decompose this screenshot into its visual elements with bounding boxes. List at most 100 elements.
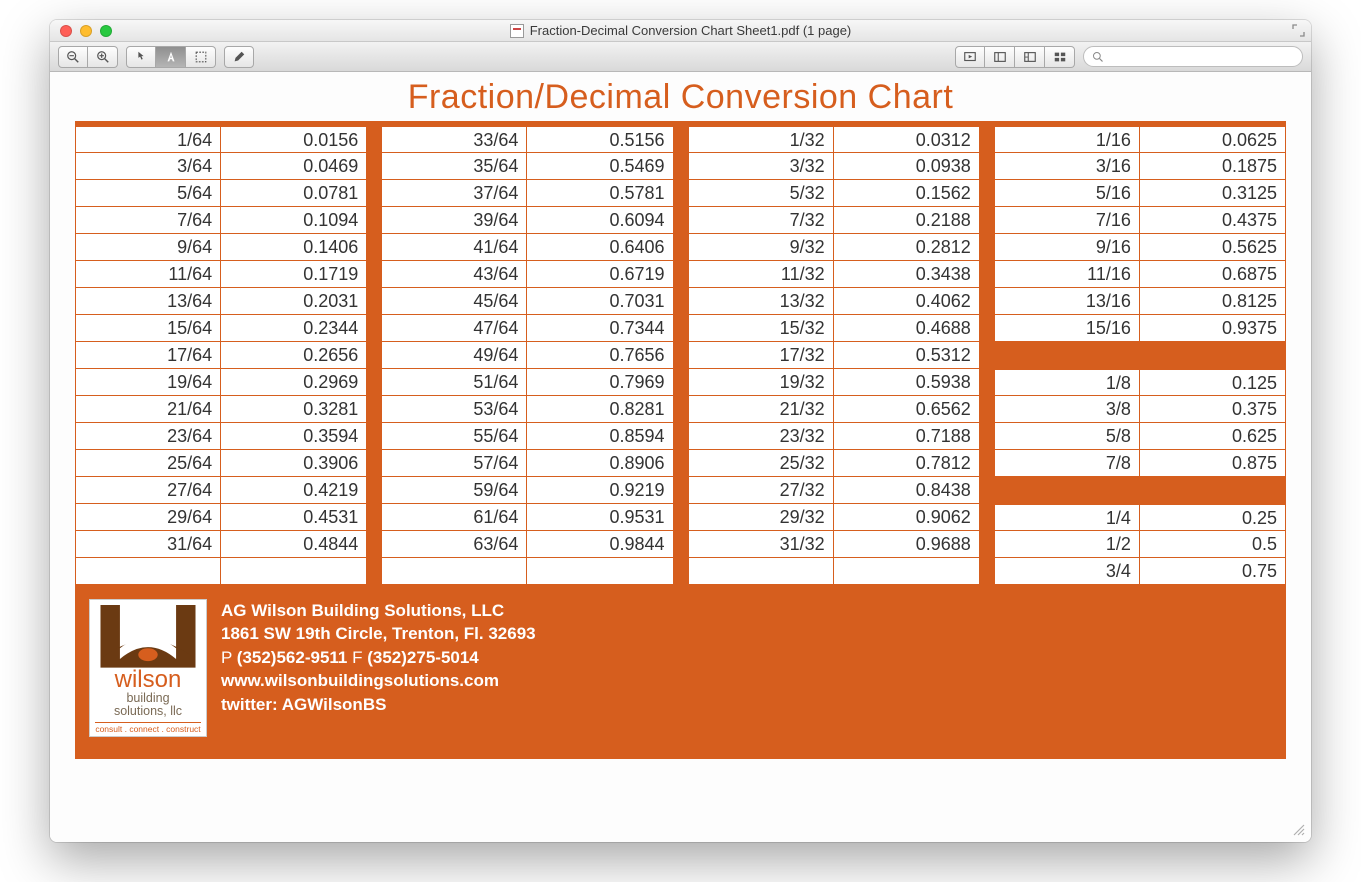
fraction-cell: 41/64 [381,234,527,261]
view-thumbnails-button[interactable] [1015,46,1045,68]
table-row: 13/320.4062 [688,288,980,315]
decimal-cell: 0.625 [1140,423,1286,450]
table-row: 37/640.5781 [381,180,673,207]
window-controls [50,25,112,37]
minimize-button[interactable] [80,25,92,37]
search-icon [1092,51,1104,63]
decimal-cell: 0.3125 [1140,180,1286,207]
phone-label-p: P [221,648,232,667]
document-viewport[interactable]: Fraction/Decimal Conversion Chart 1/640.… [50,72,1311,842]
table-row [381,558,673,585]
fraction-cell: 61/64 [381,504,527,531]
table-row [75,558,367,585]
table-row: 1/20.5 [994,531,1286,558]
table-row: 33/640.5156 [381,126,673,153]
zoom-in-button[interactable] [88,46,118,68]
fraction-cell: 17/64 [75,342,221,369]
fraction-cell: 7/64 [75,207,221,234]
table-row: 21/320.6562 [688,396,980,423]
fraction-cell: 59/64 [381,477,527,504]
table-row: 11/640.1719 [75,261,367,288]
fraction-cell: 33/64 [381,126,527,153]
company-logo: wilson building solutions, llc consult .… [89,599,207,737]
table-row: 29/320.9062 [688,504,980,531]
table-row: 5/640.0781 [75,180,367,207]
resize-handle-icon[interactable] [1291,822,1305,836]
website: www.wilsonbuildingsolutions.com [221,669,536,692]
decimal-cell: 0.6875 [1140,261,1286,288]
decimal-cell: 0.0781 [221,180,367,207]
twitter-handle: twitter: AGWilsonBS [221,693,536,716]
decimal-cell: 0.75 [1140,558,1286,585]
table-row: 19/640.2969 [75,369,367,396]
view-contact-sheet-button[interactable] [1045,46,1075,68]
search-field[interactable] [1083,46,1303,67]
decimal-cell: 0.9531 [527,504,673,531]
fraction-cell: 35/64 [381,153,527,180]
fraction-cell: 5/16 [994,180,1140,207]
view-mode-group [955,46,1075,68]
decimal-cell: 0.0156 [221,126,367,153]
fraction-cell: 3/32 [688,153,834,180]
view-slideshow-button[interactable] [955,46,985,68]
decimal-cell: 0.2344 [221,315,367,342]
decimal-cell: 0.5469 [527,153,673,180]
decimal-cell: 0.5156 [527,126,673,153]
fullscreen-icon[interactable] [1292,24,1305,37]
table-row: 9/320.2812 [688,234,980,261]
fraction-cell: 3/16 [994,153,1140,180]
table-row: 3/320.0938 [688,153,980,180]
area-select-tool-button[interactable] [186,46,216,68]
decimal-cell: 0.9219 [527,477,673,504]
zoom-button[interactable] [100,25,112,37]
fraction-cell: 11/16 [994,261,1140,288]
pdf-icon [510,24,524,38]
decimal-cell: 0.7812 [834,450,980,477]
search-input[interactable] [1110,50,1294,64]
decimal-cell: 0.4062 [834,288,980,315]
tool-mode-group [126,46,216,68]
table-row: 35/640.5469 [381,153,673,180]
fraction-cell: 13/32 [688,288,834,315]
decimal-cell: 0.7344 [527,315,673,342]
table-row: 41/640.6406 [381,234,673,261]
col-32: 1/320.03123/320.09385/320.15627/320.2188… [688,126,980,585]
fraction-cell: 19/32 [688,369,834,396]
decimal-cell: 0.2656 [221,342,367,369]
decimal-cell: 0.6406 [527,234,673,261]
decimal-cell: 0.8906 [527,450,673,477]
table-row: 19/320.5938 [688,369,980,396]
decimal-cell: 0.8438 [834,477,980,504]
fraction-cell: 9/64 [75,234,221,261]
fraction-cell: 63/64 [381,531,527,558]
table-row: 1/320.0312 [688,126,980,153]
table-row: 7/80.875 [994,450,1286,477]
zoom-out-button[interactable] [58,46,88,68]
table-row: 63/640.9844 [381,531,673,558]
page-title: Fraction/Decimal Conversion Chart [75,78,1286,117]
fraction-cell: 29/32 [688,504,834,531]
view-content-only-button[interactable] [985,46,1015,68]
table-row: 3/640.0469 [75,153,367,180]
fraction-cell: 51/64 [381,369,527,396]
fraction-cell: 17/32 [688,342,834,369]
decimal-cell: 0.8281 [527,396,673,423]
text-select-tool-button[interactable] [156,46,186,68]
annotate-button[interactable] [224,46,254,68]
table-row: 57/640.8906 [381,450,673,477]
table-row [688,558,980,585]
move-tool-button[interactable] [126,46,156,68]
table-row: 5/80.625 [994,423,1286,450]
table-row: 11/320.3438 [688,261,980,288]
table-row: 1/160.0625 [994,126,1286,153]
table-row: 17/640.2656 [75,342,367,369]
table-row: 15/320.4688 [688,315,980,342]
decimal-cell: 0.6562 [834,396,980,423]
table-row: 29/640.4531 [75,504,367,531]
decimal-cell: 0.4531 [221,504,367,531]
table-row: 49/640.7656 [381,342,673,369]
close-button[interactable] [60,25,72,37]
table-row: 31/640.4844 [75,531,367,558]
decimal-cell: 0.25 [1140,504,1286,531]
fraction-cell: 1/32 [688,126,834,153]
